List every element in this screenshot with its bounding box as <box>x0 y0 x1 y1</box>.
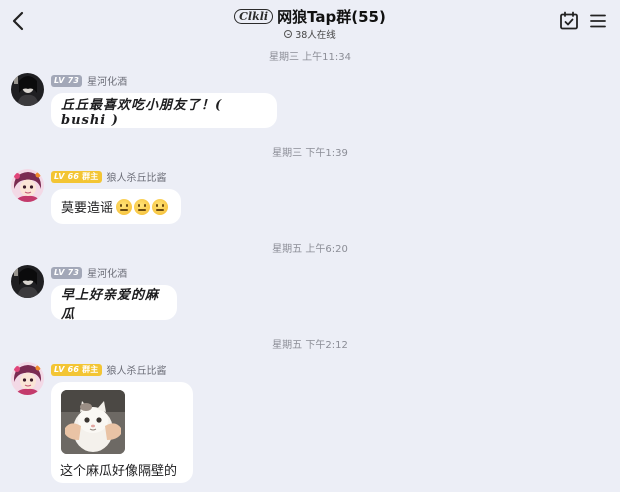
timestamp: 星期五 下午2:12 <box>272 340 348 351</box>
timestamp: 星期三 上午11:34 <box>269 52 351 63</box>
top-bar: Clkli 网狼Tap群(55) 38人在线 <box>0 0 620 42</box>
message-bubble[interactable]: 这个麻瓜好像隔壁的 <box>51 382 193 483</box>
message-text: 早上好亲爱的麻瓜 <box>61 287 160 322</box>
confused-face-emoji <box>152 198 169 215</box>
sender-name[interactable]: 狼人杀丘比酱 <box>107 169 167 184</box>
avatar[interactable] <box>11 265 44 298</box>
level-badge: LV 73 <box>51 266 83 279</box>
timestamp: 星期三 下午1:39 <box>272 148 348 159</box>
confused-face-emoji <box>116 198 133 215</box>
online-users-icon <box>284 29 293 38</box>
group-title: 网狼Tap群(55) <box>277 7 386 26</box>
online-status: 38人在线 <box>0 27 620 41</box>
avatar[interactable] <box>11 169 44 202</box>
level-text: LV 66 <box>54 365 80 374</box>
sender-name[interactable]: 狼人杀丘比酱 <box>107 362 167 377</box>
level-badge: LV 66 群主 <box>51 170 102 183</box>
group-logo: Clkli <box>234 9 274 24</box>
message-bubble[interactable]: 丘丘最喜欢吃小朋友了！( bushi ) <box>51 93 277 128</box>
level-badge: LV 66 群主 <box>51 363 102 376</box>
timestamp: 星期五 上午6:20 <box>272 244 348 255</box>
confused-face-emoji <box>134 198 151 215</box>
sender-name[interactable]: 星河化酒 <box>87 73 127 88</box>
level-badge: LV 73 <box>51 74 83 87</box>
calendar-check-icon[interactable] <box>559 11 579 31</box>
message-bubble[interactable]: 早上好亲爱的麻瓜 <box>51 285 177 322</box>
sender-info: LV 66 群主 狼人杀丘比酱 <box>51 169 167 184</box>
chat-title-area[interactable]: Clkli 网狼Tap群(55) 38人在线 <box>0 5 620 41</box>
sender-info: LV 73 星河化酒 <box>51 73 127 88</box>
sender-info: LV 66 群主 狼人杀丘比酱 <box>51 362 167 377</box>
avatar[interactable] <box>11 73 44 106</box>
owner-role-text: 群主 <box>82 172 99 181</box>
cat-photo[interactable] <box>61 390 125 454</box>
message-text: 莫要造谣 <box>61 201 114 216</box>
message-bubble[interactable]: 莫要造谣 <box>51 189 181 224</box>
avatar[interactable] <box>11 362 44 395</box>
level-text: LV 66 <box>54 172 80 181</box>
online-count: 38人在线 <box>295 29 336 41</box>
message-text: 丘丘最喜欢吃小朋友了！( bushi ) <box>61 97 223 128</box>
message-text: 这个麻瓜好像隔壁的 <box>60 464 178 479</box>
owner-role-text: 群主 <box>82 365 99 374</box>
sender-info: LV 73 星河化酒 <box>51 265 127 280</box>
menu-icon[interactable] <box>589 12 607 30</box>
sender-name[interactable]: 星河化酒 <box>87 265 127 280</box>
